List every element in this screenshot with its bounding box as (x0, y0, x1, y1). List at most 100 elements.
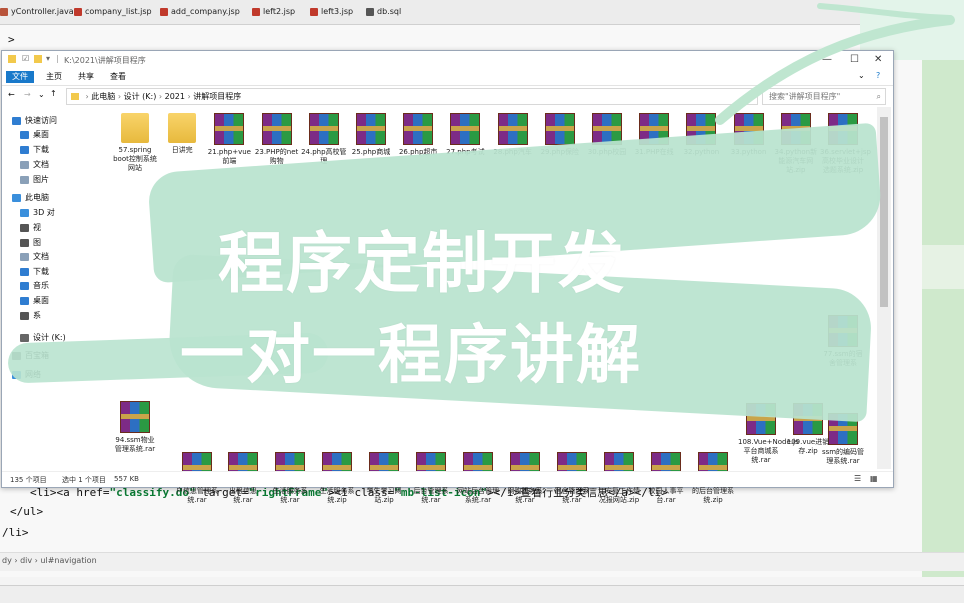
file-name: 出租信息统.rar (229, 487, 257, 504)
nav-item-icon (20, 282, 29, 290)
folder-icon (121, 113, 149, 143)
editor-tab-label: add_company.jsp (171, 7, 240, 16)
editor-tab[interactable]: company_list.jsp (74, 5, 152, 19)
details-view-icon[interactable]: ☰ (854, 474, 861, 483)
breadcrumb-separator-icon: › (156, 92, 165, 101)
ide-bottom-bar (0, 585, 964, 603)
nav-item[interactable]: 系 (20, 310, 41, 322)
file-list-scrollbar[interactable] (877, 107, 891, 469)
back-arrow-icon[interactable]: ← (8, 90, 15, 99)
window-title: K:\2021\讲解项目程序 (64, 56, 146, 65)
overlay-title-line2: 一对一程序讲解 (180, 319, 642, 393)
file-icon (0, 8, 8, 16)
editor-tab-label: left2.jsp (263, 7, 296, 16)
archive-icon (214, 113, 245, 145)
editor-tab-label: company_list.jsp (85, 7, 152, 16)
file-item[interactable]: 21.php+vue前端 (206, 113, 252, 166)
file-item[interactable]: 57.spring boot控制系统网站 (112, 113, 158, 173)
file-name: 户信息管理系统.rar (176, 487, 218, 504)
file-icon (310, 8, 318, 16)
ribbon-tab[interactable]: 主页 (40, 71, 68, 83)
nav-item[interactable]: 文档 (20, 159, 49, 171)
editor-tab-label: db.sql (377, 7, 402, 16)
nav-item[interactable]: 桌面 (20, 295, 49, 307)
nav-item[interactable]: 下载 (20, 144, 49, 156)
folder-icon[interactable] (34, 55, 42, 63)
ribbon-tab[interactable]: 共享 (72, 71, 100, 83)
nav-item[interactable]: 音乐 (20, 280, 49, 292)
check-icon[interactable]: ☑ (22, 54, 29, 63)
nav-item-icon (20, 209, 29, 217)
address-bar[interactable]: › 此电脑 › 设计 (K:) › 2021 › 讲解项目程序 (66, 88, 758, 105)
file-icon (252, 8, 260, 16)
nav-item[interactable]: 此电脑 (12, 192, 49, 204)
nav-item-label: 图 (33, 238, 41, 247)
nav-item-icon (20, 268, 29, 276)
address-segment[interactable]: 讲解项目程序 (193, 92, 241, 101)
file-name: 94.ssm物业管理系统.rar (114, 436, 156, 453)
file-name: 校园人事平台.rar (648, 487, 684, 504)
editor-breadcrumb-bar: dy › div › ul#navigation (0, 552, 964, 571)
file-name: 57.spring boot控制系统网站 (113, 146, 157, 172)
up-arrow-icon[interactable]: ↑ (50, 89, 57, 98)
file-name: 25.php商城 (351, 148, 391, 156)
folder-icon (71, 93, 79, 100)
file-item[interactable]: 25.php商城 (348, 113, 394, 157)
nav-item[interactable]: 快速访问 (12, 115, 57, 127)
folder-icon (168, 113, 197, 143)
file-item[interactable]: 26.php超市 (395, 113, 441, 157)
nav-item-label: 此电脑 (25, 193, 49, 202)
ribbon-tab[interactable]: 查看 (104, 71, 132, 83)
ribbon-tab[interactable]: 文件 (6, 71, 34, 83)
nav-item[interactable]: 图 (20, 237, 41, 249)
editor-tab[interactable]: add_company.jsp (160, 5, 240, 19)
nav-item-icon (20, 334, 29, 342)
nav-item-label: 快速访问 (25, 116, 57, 125)
forward-arrow-icon[interactable]: → (24, 90, 31, 99)
address-segment[interactable]: 设计 (K:) (124, 92, 157, 101)
code-line-top: > (8, 33, 15, 46)
archive-icon (308, 113, 339, 145)
nav-item[interactable]: 文档 (20, 251, 49, 263)
archive-icon (544, 113, 575, 145)
breadcrumb-separator-icon: › (115, 92, 124, 101)
editor-tab[interactable]: yController.java (0, 5, 74, 19)
nav-item[interactable]: 下载 (20, 266, 49, 278)
nav-item[interactable]: 桌面 (20, 129, 49, 141)
scrollbar-thumb[interactable] (880, 117, 888, 307)
editor-tab[interactable]: left2.jsp (252, 5, 295, 19)
editor-tab[interactable]: left3.jsp (310, 5, 353, 19)
editor-tab[interactable]: db.sql (366, 5, 401, 19)
nav-item-label: 音乐 (33, 281, 49, 290)
folder-icon (8, 55, 16, 63)
file-name: 日讲完 (171, 146, 193, 154)
nav-item-icon (20, 224, 29, 232)
archive-icon (403, 113, 434, 145)
editor-tab-label: yController.java (11, 7, 74, 16)
file-item[interactable]: 24.php高校管理 (301, 113, 347, 166)
nav-item-icon (20, 161, 29, 169)
nav-item[interactable]: 视 (20, 222, 41, 234)
address-segment[interactable]: 此电脑 (91, 92, 115, 101)
file-item[interactable]: 23.PHP的net购物 (254, 113, 300, 166)
nav-item-icon (12, 194, 21, 202)
file-item[interactable]: 94.ssm物业管理系统.rar (112, 401, 158, 454)
address-segment[interactable]: 2021 (165, 92, 185, 101)
file-item[interactable]: 日讲完 (159, 113, 205, 155)
decorative-swoosh (715, 3, 955, 125)
nav-item-label: 文档 (33, 252, 49, 261)
recent-dropdown-icon[interactable]: ⌄ (38, 90, 45, 99)
code-line-ul-close: </ul> (10, 505, 44, 518)
nav-item[interactable]: 3D 对 (20, 207, 55, 219)
quick-access-dropdown-icon[interactable]: ▾ (46, 54, 50, 63)
file-name: 21.php+vue前端 (207, 148, 251, 165)
file-name: 后台管理系统.rar (413, 487, 449, 504)
file-icon (366, 8, 374, 16)
nav-item-icon (20, 312, 29, 320)
nav-item[interactable]: 图片 (20, 174, 49, 186)
file-icon (160, 8, 168, 16)
code-line-li-close: /li> (2, 526, 29, 539)
editor-tab-label: left3.jsp (321, 7, 354, 16)
large-icons-view-icon[interactable]: ▦ (870, 474, 878, 483)
navigation-pane: 快速访问桌面下载文档图片此电脑3D 对视图文档下载音乐桌面系设计 (K:)百宝箱… (2, 107, 102, 469)
